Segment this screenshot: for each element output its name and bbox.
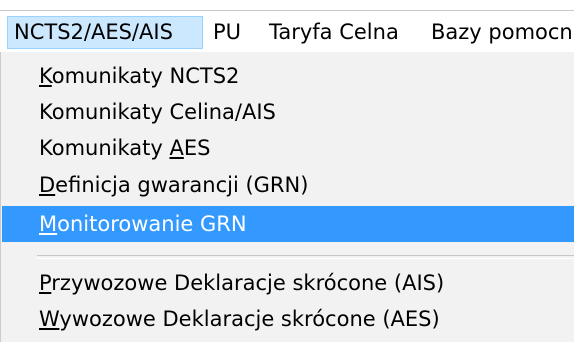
- window-top-strip: [0, 0, 574, 10]
- menu-item-label-prefix: Komunikaty: [39, 136, 170, 160]
- menubar-item-label: Taryfa Celna: [269, 20, 399, 44]
- menu-item-komunikaty-ncts2[interactable]: Komunikaty NCTS2: [9, 58, 574, 94]
- menu-item-przywozowe-deklaracje[interactable]: Przywozowe Deklaracje skrócone (AIS): [9, 265, 574, 301]
- menu-item-definicja-gwarancji[interactable]: Definicja gwarancji (GRN): [9, 167, 574, 203]
- menu-separator: [37, 255, 574, 259]
- menu-bar: NCTS2/AES/AIS PU Taryfa Celna Bazy pomoc…: [0, 10, 574, 52]
- menubar-item-pu[interactable]: PU: [207, 16, 253, 49]
- menu-item-mnemonic: A: [169, 136, 184, 160]
- menu-item-wywozowe-deklaracje[interactable]: Wywozowe Deklaracje skrócone (AES): [9, 301, 574, 337]
- menu-item-komunikaty-aes[interactable]: Komunikaty AES: [9, 130, 574, 166]
- menu-item-label: rzywozowe Deklaracje skrócone (AIS): [51, 271, 445, 295]
- menu-item-mnemonic: P: [39, 271, 52, 295]
- menubar-item-ncts2-aes-ais[interactable]: NCTS2/AES/AIS: [7, 16, 203, 49]
- menu-item-mnemonic: M: [39, 212, 58, 236]
- menubar-item-taryfa-celna[interactable]: Taryfa Celna: [263, 16, 419, 49]
- menu-item-label: Komunikaty Celina/AIS: [39, 100, 276, 124]
- menu-item-mnemonic: D: [39, 173, 56, 197]
- menu-item-monitorowanie-grn[interactable]: Monitorowanie GRN: [2, 206, 574, 242]
- menu-item-komunikaty-celina-ais[interactable]: Komunikaty Celina/AIS: [9, 94, 574, 130]
- menubar-item-label: PU: [213, 20, 242, 44]
- dropdown-menu: Komunikaty NCTS2 Komunikaty Celina/AIS K…: [0, 52, 574, 342]
- menu-item-label: ES: [183, 136, 211, 160]
- menu-item-label: omunikaty NCTS2: [51, 64, 240, 88]
- menu-item-label: efinicja gwarancji (GRN): [55, 173, 309, 197]
- menu-item-mnemonic: W: [39, 307, 60, 331]
- menubar-item-label: NCTS2/AES/AIS: [14, 20, 173, 44]
- menu-item-label: ywozowe Deklaracje skrócone (AES): [59, 307, 440, 331]
- menubar-item-bazy-pomocnicze[interactable]: Bazy pomocn: [425, 16, 574, 49]
- menu-item-label: onitorowanie GRN: [57, 212, 247, 236]
- menu-item-mnemonic: K: [39, 64, 52, 88]
- menubar-item-label: Bazy pomocn: [431, 20, 573, 44]
- application-window: NCTS2/AES/AIS PU Taryfa Celna Bazy pomoc…: [0, 0, 574, 342]
